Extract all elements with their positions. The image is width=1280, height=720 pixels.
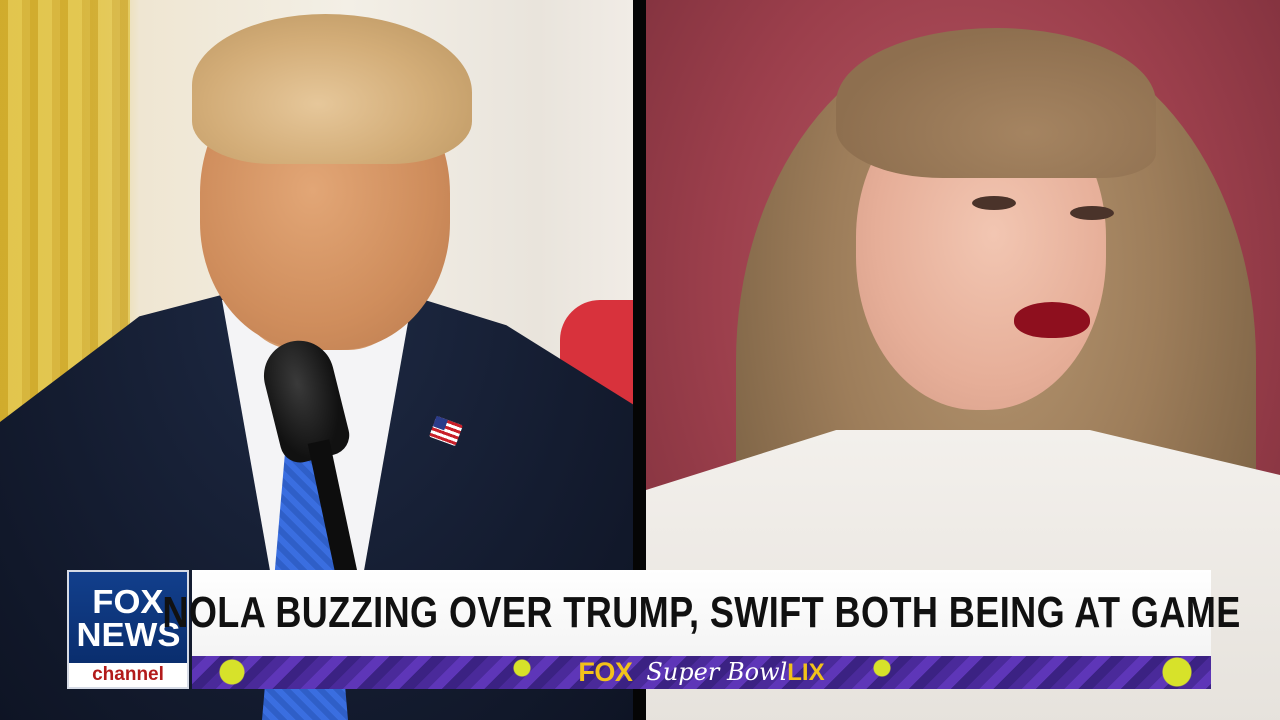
subject-bangs [836, 28, 1156, 178]
subject-eye-right [1070, 206, 1114, 220]
logo-channel-label: channel [69, 663, 187, 687]
ticker-brand: FOX [578, 657, 633, 687]
logo-line-fox: FOX [92, 582, 164, 620]
chyron-headline: NOLA BUZZING OVER TRUMP, SWIFT BOTH BEIN… [162, 588, 1241, 637]
chyron-headline-bar: NOLA BUZZING OVER TRUMP, SWIFT BOTH BEIN… [162, 570, 1240, 656]
ticker-event-script: Super Bowl [646, 658, 788, 686]
subject-lips [1014, 302, 1090, 338]
ticker-event-numeral: LIX [787, 659, 825, 686]
event-ticker-bar: FOX Super BowlLIX [192, 656, 1211, 689]
subject-eye-left [972, 196, 1016, 210]
ticker-event: Super BowlLIX [646, 658, 824, 687]
speaker-hair [192, 14, 472, 164]
